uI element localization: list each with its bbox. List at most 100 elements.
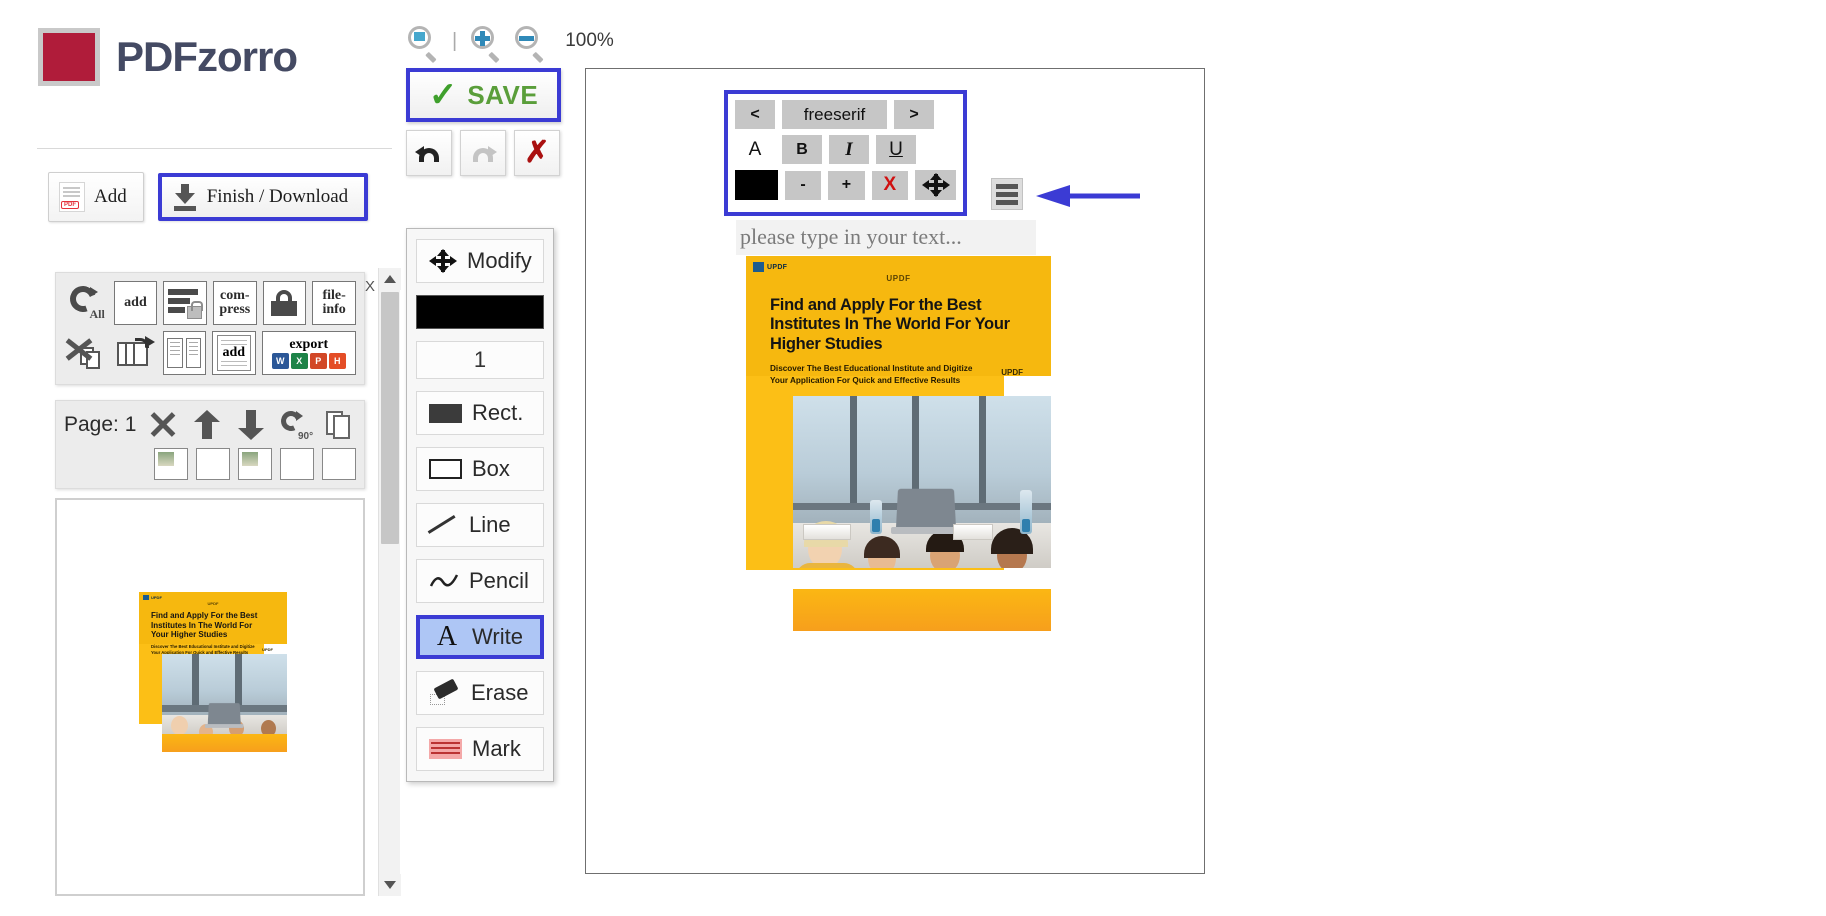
font-prev-button[interactable]: < [735,100,775,129]
font-color-swatch[interactable] [735,170,778,200]
font-move-handle[interactable] [915,170,957,200]
page-thumbnail-panel[interactable]: UPDF UPDF Find and Apply For the Best In… [55,498,365,896]
save-button[interactable]: ✓ SAVE [406,68,561,122]
page-controls-row-1: Page: 1 90° [64,408,356,442]
export-label: export [289,336,329,352]
clear-all-button[interactable]: ✗ [514,130,560,176]
add-blank-page-button[interactable]: add [212,331,256,375]
tool-rect[interactable]: Rect. [416,391,544,435]
font-bold-button[interactable]: B [782,135,822,164]
text-input[interactable]: please type in your text... [736,220,1036,255]
font-next-button[interactable]: > [894,100,934,129]
delete-page-button[interactable] [146,409,180,441]
page-number-label: Page: 1 [64,413,137,436]
font-name-display[interactable]: freeserif [782,100,887,129]
font-underline-button[interactable]: U [876,135,916,164]
font-toolbar-row-2: A B I U [735,135,956,164]
download-arrow-icon [172,183,198,211]
pdf-title: Find and Apply For the Best Institutes I… [770,296,1010,353]
redo-button[interactable] [460,130,506,176]
pdf-page-render[interactable]: UPDF UPDF Find and Apply For the Best In… [746,256,1051,631]
outline-box-icon [429,459,462,479]
magnifier-fit-icon[interactable] [408,26,438,64]
pdf-photo [793,396,1051,568]
red-x-icon: ✗ [524,136,550,169]
move-arrows-icon [921,173,950,197]
tools-row-2: add export W X P H [64,331,356,375]
export-button[interactable]: export W X P H [261,331,356,375]
tool-pencil[interactable]: Pencil [416,559,544,603]
scroll-up-button[interactable] [379,268,401,290]
rotate-all-button[interactable]: All [64,281,108,325]
lock-icon [271,290,298,316]
zoom-separator: | [452,29,458,52]
undo-button[interactable] [406,130,452,176]
hamburger-lines-icon [996,183,1018,189]
tool-erase-label: Erase [471,680,529,705]
redo-page-button[interactable] [322,448,356,480]
rotate-image-page-button[interactable] [154,448,188,480]
tool-line-label: Line [469,512,511,537]
thumbnail-page-render: UPDF UPDF Find and Apply For the Best In… [139,592,287,752]
history-toolbar: ✗ [406,130,560,176]
tools-row-1: All add com-press file- info [64,281,356,325]
hamburger-menu-button[interactable] [991,178,1023,210]
add-blank-label: add [222,345,246,360]
rotate-page-button[interactable]: 90° [278,408,313,442]
file-info-label: file-info [322,288,346,317]
flip-page-button[interactable] [196,448,230,480]
scroll-down-button[interactable] [379,874,401,896]
tool-box[interactable]: Box [416,447,544,491]
magnifier-minus-icon[interactable] [515,26,545,64]
add-button[interactable]: PDF Add [48,172,144,222]
undo-arrow-icon [415,142,443,164]
split-pages-icon [167,338,202,368]
resize-page-button[interactable] [280,448,314,480]
sidebar-scrollbar[interactable] [378,268,401,896]
move-page-up-button[interactable] [190,409,224,441]
stroke-width-input[interactable]: 1 [416,341,544,379]
thumbnail-photo [162,654,287,736]
font-size-decrease-button[interactable]: - [784,170,822,200]
color-swatch[interactable] [416,295,544,329]
tool-pencil-label: Pencil [469,568,529,593]
rotate-all-icon: All [65,281,105,321]
move-page-down-button[interactable] [234,409,268,441]
font-toolbar-row-3: - + X [735,170,957,200]
left-sidebar: PDFzorro PDF Add Finish / Download X All… [0,0,401,916]
diagonal-line-icon [427,514,459,536]
highlighter-marker-icon [429,739,462,759]
font-toolbar-row-1: < freeserif > [735,100,956,129]
delete-pages-button[interactable] [64,331,107,375]
tool-erase[interactable]: Erase [416,671,544,715]
close-tools-panel[interactable]: X [365,278,375,295]
protect-button[interactable] [262,281,307,325]
tool-mark[interactable]: Mark [416,727,544,771]
tool-write[interactable]: A Write [416,615,544,659]
font-size-increase-button[interactable]: + [828,170,865,200]
download-page-button[interactable] [238,448,272,480]
modify-button[interactable]: Modify [416,239,544,283]
scrollbar-thumb[interactable] [381,292,399,544]
file-actions: PDF Add Finish / Download [48,172,369,222]
header-divider [37,148,392,149]
eraser-icon [429,678,461,705]
drawing-tools-panel: Modify 1 Rect. Box Line Pencil A Write E… [406,228,554,782]
copy-pages-button[interactable] [113,331,156,375]
file-info-button[interactable]: file-info [312,281,356,325]
add-pdf-button[interactable]: add [113,281,158,325]
pdf-subtitle: Discover The Best Educational Institute … [770,364,973,385]
font-plain-button[interactable]: A [735,135,775,164]
updf-logo: UPDF [753,262,787,272]
magnifier-plus-icon[interactable] [471,26,501,64]
duplicate-page-button[interactable] [322,409,356,441]
brand-name-bold: PDF [116,33,198,80]
merge-protect-button[interactable] [163,281,207,325]
compress-button[interactable]: com-press [212,281,257,325]
font-remove-button[interactable]: X [871,170,909,200]
split-pages-button[interactable] [162,331,207,375]
page-thumbnail-1[interactable]: UPDF UPDF Find and Apply For the Best In… [139,592,287,752]
font-italic-button[interactable]: I [829,135,869,164]
finish-download-button[interactable]: Finish / Download [157,173,369,221]
tool-line[interactable]: Line [416,503,544,547]
